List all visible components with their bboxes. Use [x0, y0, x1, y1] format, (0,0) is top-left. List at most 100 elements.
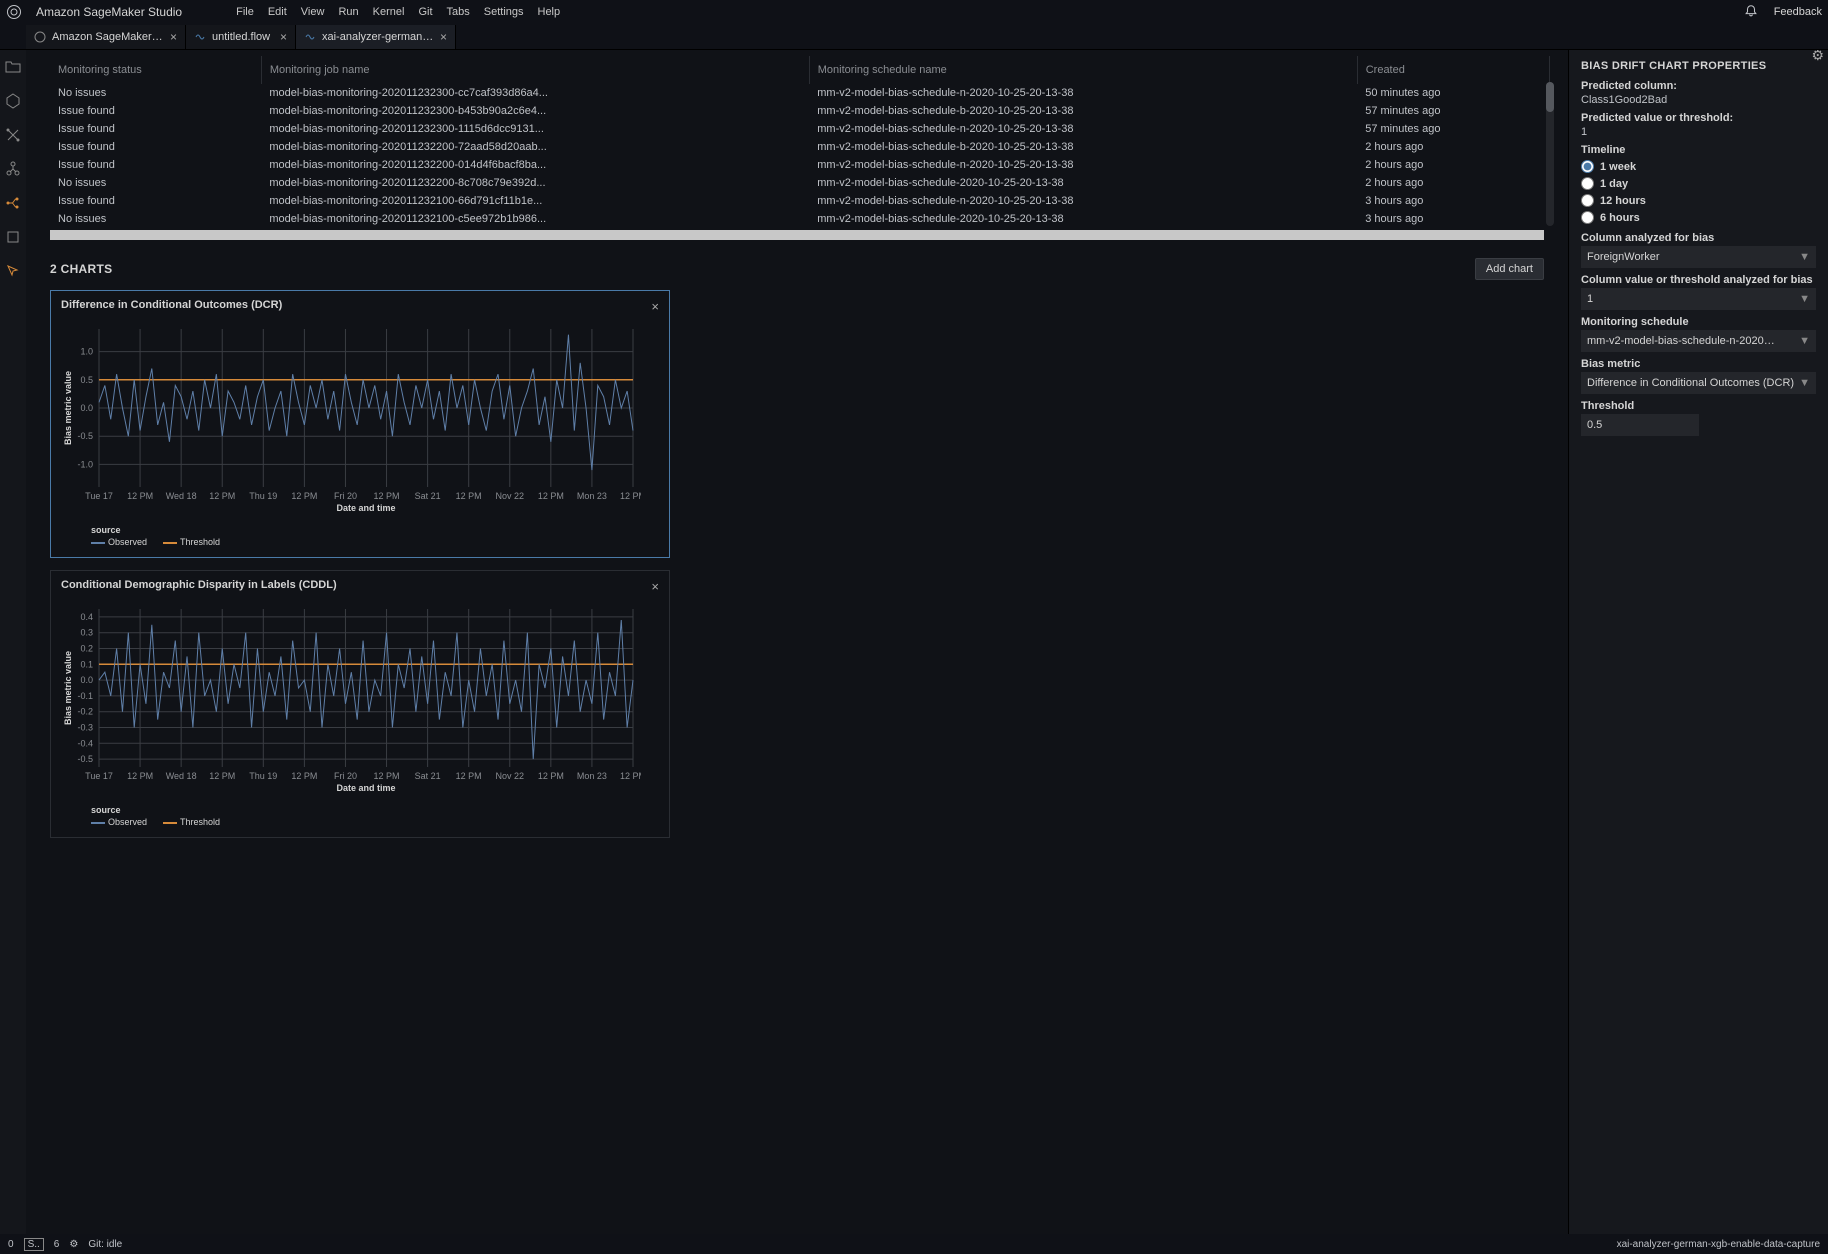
table-row[interactable]: No issues model-bias-monitoring-20201123… — [50, 210, 1550, 228]
close-icon[interactable]: × — [170, 30, 177, 44]
col-status[interactable]: Monitoring status — [50, 56, 261, 84]
radio-input[interactable] — [1581, 177, 1594, 190]
scrollbar-thumb[interactable] — [1546, 82, 1554, 112]
chart-card[interactable]: Conditional Demographic Disparity in Lab… — [50, 570, 670, 838]
timeline-option[interactable]: 6 hours — [1581, 211, 1816, 224]
timeline-option[interactable]: 1 week — [1581, 160, 1816, 173]
status-cell: Issue found — [50, 120, 261, 138]
bias-metric-select[interactable]: Difference in Conditional Outcomes (DCR)… — [1581, 372, 1816, 394]
close-icon[interactable]: × — [651, 579, 659, 594]
chart-svg: -0.5-0.4-0.3-0.2-0.10.00.10.20.30.4Tue 1… — [61, 598, 641, 798]
chart-legend: source Observed Threshold — [61, 805, 659, 827]
radio-input[interactable] — [1581, 211, 1594, 224]
flow-branch-icon[interactable] — [4, 194, 22, 212]
created-cell: 3 hours ago — [1357, 228, 1549, 230]
chart-svg: -1.0-0.50.00.51.0Tue 1712 PMWed 1812 PMT… — [61, 318, 641, 518]
job-name-cell: model-bias-monitoring-202011232100-e7371… — [261, 228, 809, 230]
schedule-name-cell: mm-v2-model-bias-schedule-b-2020-10-25-2… — [809, 138, 1357, 156]
bell-icon[interactable] — [1744, 4, 1758, 21]
monitoring-schedule-select[interactable]: mm-v2-model-bias-schedule-n-2020-10-25-2… — [1581, 330, 1816, 352]
svg-text:12 PM: 12 PM — [374, 771, 400, 781]
table-row[interactable]: Issue found model-bias-monitoring-202011… — [50, 192, 1550, 210]
tab-sagemaker-studio[interactable]: Amazon SageMaker Studio × — [26, 25, 186, 49]
schedule-name-cell: mm-v2-model-bias-schedule-b-2020-10-25-2… — [809, 102, 1357, 120]
menu-edit[interactable]: Edit — [268, 6, 287, 18]
close-icon[interactable]: × — [440, 30, 447, 44]
column-value-bias-select[interactable]: 1 ▼ — [1581, 288, 1816, 310]
timeline-option[interactable]: 1 day — [1581, 177, 1816, 190]
svg-text:Fri 20: Fri 20 — [334, 771, 357, 781]
job-name-cell: model-bias-monitoring-202011232300-cc7ca… — [261, 84, 809, 102]
chart-card[interactable]: Difference in Conditional Outcomes (DCR)… — [50, 290, 670, 558]
svg-text:0.2: 0.2 — [80, 644, 93, 654]
add-chart-button[interactable]: Add chart — [1475, 258, 1544, 280]
status-gear-icon[interactable]: ⚙ — [69, 1239, 78, 1250]
created-cell: 2 hours ago — [1357, 138, 1549, 156]
col-created[interactable]: Created — [1357, 56, 1549, 84]
radio-input[interactable] — [1581, 194, 1594, 207]
status-cell: No issues — [50, 84, 261, 102]
table-row[interactable]: No issues model-bias-monitoring-20201123… — [50, 174, 1550, 192]
panel-title: BIAS DRIFT CHART PROPERTIES — [1581, 60, 1816, 72]
table-row[interactable]: Issue found model-bias-monitoring-202011… — [50, 102, 1550, 120]
chevron-down-icon: ▼ — [1799, 377, 1810, 389]
git-icon[interactable] — [4, 126, 22, 144]
predicted-value-value: 1 — [1581, 126, 1816, 138]
table-row[interactable]: Issue found model-bias-monitoring-202011… — [50, 138, 1550, 156]
table-row[interactable]: Issue found model-bias-monitoring-202011… — [50, 228, 1550, 230]
column-value-bias-label: Column value or threshold analyzed for b… — [1581, 274, 1816, 286]
horizontal-scrollbar[interactable] — [50, 230, 1544, 240]
svg-text:-0.2: -0.2 — [77, 707, 93, 717]
col-schedule-name[interactable]: Monitoring schedule name — [809, 56, 1357, 84]
menu-tabs[interactable]: Tabs — [447, 6, 470, 18]
svg-text:0.1: 0.1 — [80, 659, 93, 669]
close-icon[interactable]: × — [280, 30, 287, 44]
menu-kernel[interactable]: Kernel — [373, 6, 405, 18]
gear-icon[interactable]: ⚙ — [1811, 50, 1824, 64]
folder-icon[interactable] — [4, 58, 22, 76]
predicted-column-label: Predicted column: — [1581, 80, 1816, 92]
network-icon[interactable] — [4, 160, 22, 178]
close-icon[interactable]: × — [651, 299, 659, 314]
feedback-link[interactable]: Feedback — [1774, 6, 1822, 18]
svg-text:-1.0: -1.0 — [77, 459, 93, 469]
menu-file[interactable]: File — [236, 6, 254, 18]
radio-input[interactable] — [1581, 160, 1594, 173]
status-left-1[interactable]: S.. — [24, 1238, 44, 1251]
svg-text:12 PM: 12 PM — [127, 491, 153, 501]
job-name-cell: model-bias-monitoring-202011232300-b453b… — [261, 102, 809, 120]
status-left-2[interactable]: 6 — [54, 1239, 60, 1250]
status-cell: No issues — [50, 174, 261, 192]
menu-help[interactable]: Help — [538, 6, 561, 18]
status-git[interactable]: Git: idle — [88, 1239, 122, 1250]
menu-view[interactable]: View — [301, 6, 325, 18]
svg-text:Tue 17: Tue 17 — [85, 771, 113, 781]
menu-git[interactable]: Git — [418, 6, 432, 18]
square-icon[interactable] — [4, 228, 22, 246]
table-row[interactable]: Issue found model-bias-monitoring-202011… — [50, 120, 1550, 138]
chart-legend: source Observed Threshold — [61, 525, 659, 547]
status-cell: No issues — [50, 210, 261, 228]
tab-xai-analyzer[interactable]: xai-analyzer-german-xgb-ena × — [296, 25, 456, 49]
chevron-down-icon: ▼ — [1799, 335, 1810, 347]
schedule-name-cell: mm-v2-model-bias-schedule-b-2020-10-25-2… — [809, 228, 1357, 230]
col-job-name[interactable]: Monitoring job name — [261, 56, 809, 84]
created-cell: 2 hours ago — [1357, 156, 1549, 174]
vertical-scrollbar[interactable] — [1546, 82, 1554, 226]
tab-untitled-flow[interactable]: untitled.flow × — [186, 25, 296, 49]
pointer-icon[interactable] — [4, 262, 22, 280]
chart-title: Conditional Demographic Disparity in Lab… — [61, 579, 337, 594]
schedule-name-cell: mm-v2-model-bias-schedule-n-2020-10-25-2… — [809, 84, 1357, 102]
menu-run[interactable]: Run — [338, 6, 358, 18]
menu-settings[interactable]: Settings — [484, 6, 524, 18]
status-left-0[interactable]: 0 — [8, 1239, 14, 1250]
table-row[interactable]: Issue found model-bias-monitoring-202011… — [50, 156, 1550, 174]
svg-text:12 PM: 12 PM — [456, 771, 482, 781]
bias-metric-label: Bias metric — [1581, 358, 1816, 370]
threshold-input[interactable] — [1581, 414, 1699, 436]
svg-text:12 PM: 12 PM — [209, 771, 235, 781]
hexagon-icon[interactable] — [4, 92, 22, 110]
timeline-option[interactable]: 12 hours — [1581, 194, 1816, 207]
table-row[interactable]: No issues model-bias-monitoring-20201123… — [50, 84, 1550, 102]
column-bias-select[interactable]: ForeignWorker ▼ — [1581, 246, 1816, 268]
